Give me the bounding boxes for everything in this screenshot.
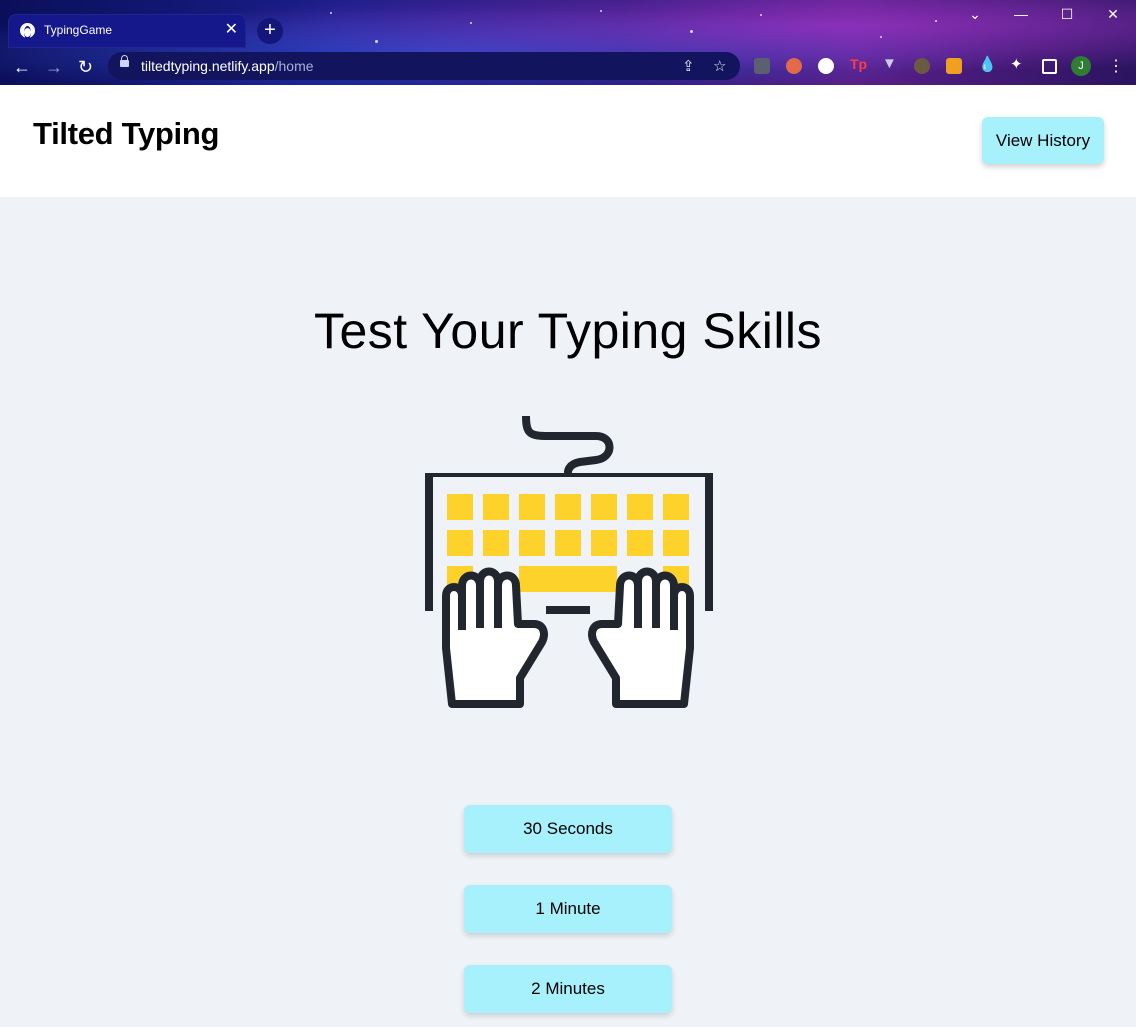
close-tab-icon[interactable]: ✕ xyxy=(225,20,238,40)
address-bar[interactable]: tiltedtyping.netlify.app/home ⇪ ☆ xyxy=(108,52,740,80)
keyboard-hands-icon xyxy=(425,416,713,708)
globe-icon xyxy=(20,23,35,39)
side-panel-icon[interactable] xyxy=(1042,59,1057,74)
view-history-button[interactable]: View History xyxy=(982,117,1104,164)
extension-face-icon[interactable] xyxy=(786,58,802,74)
site-logo-text[interactable]: Tilted Typing xyxy=(33,116,219,152)
duration-2-minutes-button[interactable]: 2 Minutes xyxy=(464,965,672,1013)
page-title: Test Your Typing Skills xyxy=(313,303,823,359)
profile-avatar[interactable]: J xyxy=(1071,56,1091,76)
minimize-button[interactable]: — xyxy=(998,6,1044,22)
url-text: tiltedtyping.netlify.app/home xyxy=(141,58,314,74)
extension-drop-icon[interactable]: 💧 xyxy=(978,55,997,73)
browser-menu-icon[interactable]: ⋮ xyxy=(1108,56,1124,76)
share-icon[interactable]: ⇪ xyxy=(682,57,695,75)
maximize-button[interactable]: ☐ xyxy=(1044,6,1090,23)
extensions-puzzle-icon[interactable]: ✦ xyxy=(1010,55,1026,73)
tab-search-icon[interactable]: ⌄ xyxy=(952,6,998,23)
lock-icon xyxy=(120,55,129,67)
site-header: Tilted Typing View History xyxy=(0,85,1136,197)
forward-icon[interactable]: → xyxy=(45,57,63,78)
duration-30-seconds-button[interactable]: 30 Seconds xyxy=(464,805,672,853)
extension-v-icon[interactable]: ▼ xyxy=(882,55,898,72)
extension-tp-icon[interactable]: Tp xyxy=(850,56,867,72)
duration-1-minute-button[interactable]: 1 Minute xyxy=(464,885,672,933)
reload-icon[interactable]: ↻ xyxy=(78,57,93,78)
extension-bug-icon[interactable] xyxy=(914,58,930,74)
bookmark-star-icon[interactable]: ☆ xyxy=(713,57,726,75)
tab-title: TypingGame xyxy=(44,23,113,37)
browser-tab[interactable]: TypingGame ✕ xyxy=(8,14,246,48)
extension-chart-icon[interactable] xyxy=(946,58,962,74)
new-tab-button[interactable]: + xyxy=(257,18,283,44)
extension-circle-icon[interactable] xyxy=(818,58,834,74)
extension-copy-icon[interactable] xyxy=(754,58,770,74)
browser-chrome: TypingGame ✕ + ⌄ — ☐ ✕ ← → ↻ tiltedtypin… xyxy=(0,0,1136,85)
back-icon[interactable]: ← xyxy=(13,57,31,78)
close-window-button[interactable]: ✕ xyxy=(1090,6,1136,23)
